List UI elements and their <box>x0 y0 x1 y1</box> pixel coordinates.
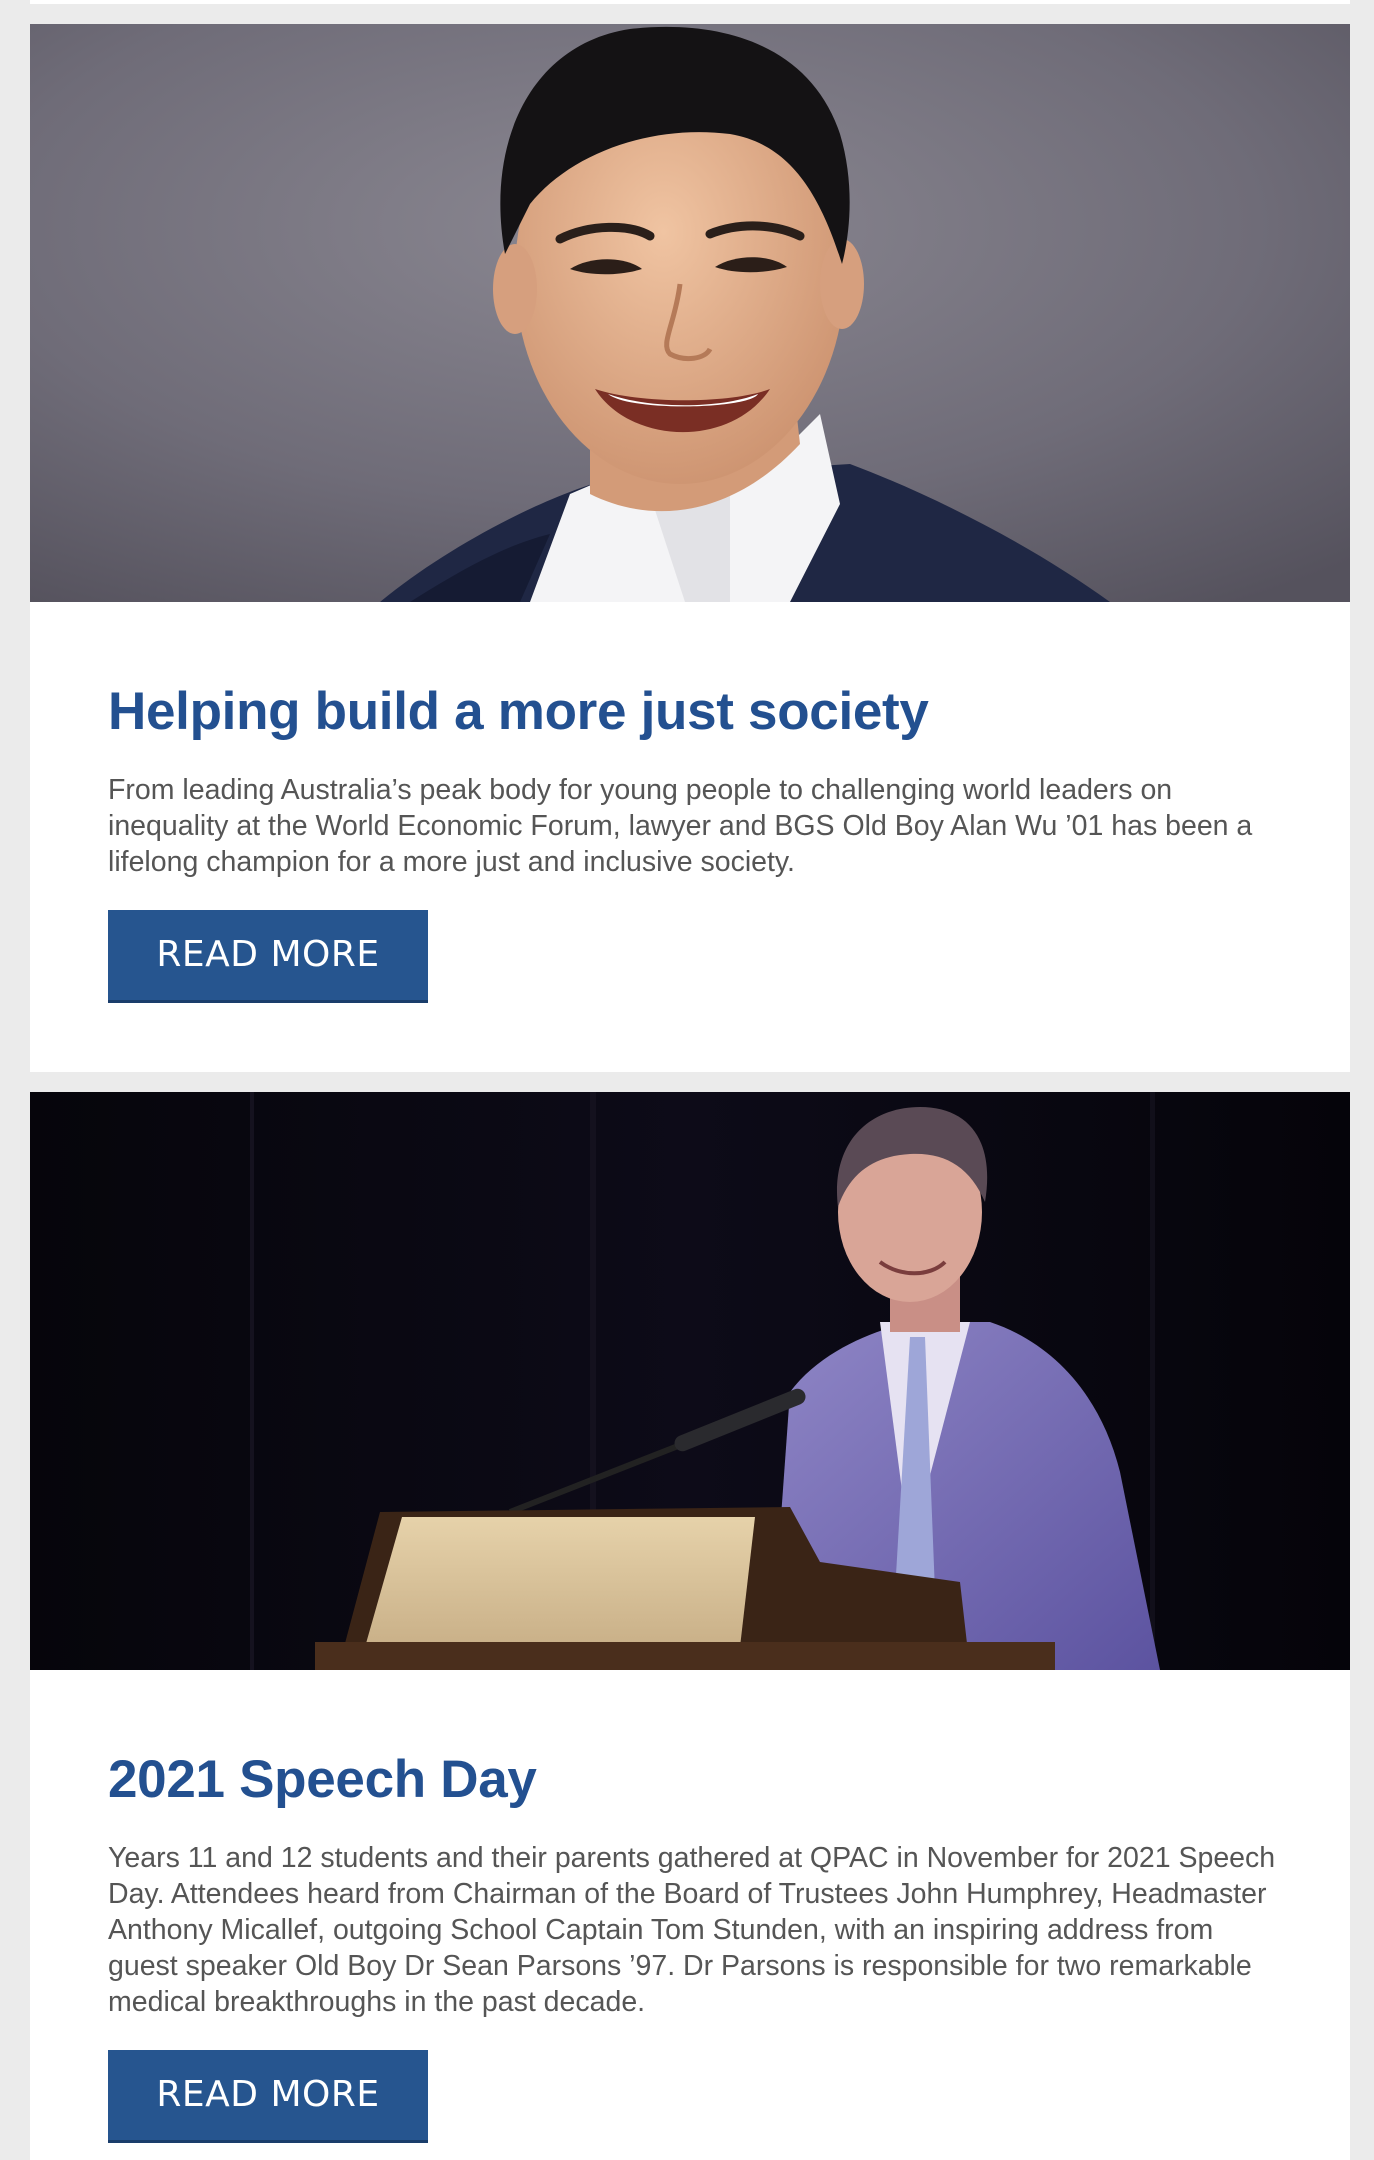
article-photo[interactable] <box>30 24 1350 602</box>
portrait-photo-illustration <box>30 24 1350 602</box>
article-photo[interactable] <box>30 1092 1350 1670</box>
article-title[interactable]: 2021 Speech Day <box>108 1670 1272 1812</box>
read-more-button[interactable]: READ MORE <box>108 2050 428 2140</box>
article-content: 2021 Speech Day Years 11 and 12 students… <box>30 1670 1350 2140</box>
article-summary: Years 11 and 12 students and their paren… <box>108 1842 1276 2018</box>
article-card: 2021 Speech Day Years 11 and 12 students… <box>30 1092 1350 2160</box>
read-more-button[interactable]: READ MORE <box>108 910 428 1000</box>
article-content: Helping build a more just society From l… <box>30 602 1350 1000</box>
article-summary: From leading Australia’s peak body for y… <box>108 774 1253 878</box>
article-card: Helping build a more just society From l… <box>30 24 1350 1072</box>
previous-card-edge <box>30 0 1350 4</box>
article-title[interactable]: Helping build a more just society <box>108 602 1272 744</box>
speaker-photo-illustration <box>30 1092 1350 1670</box>
